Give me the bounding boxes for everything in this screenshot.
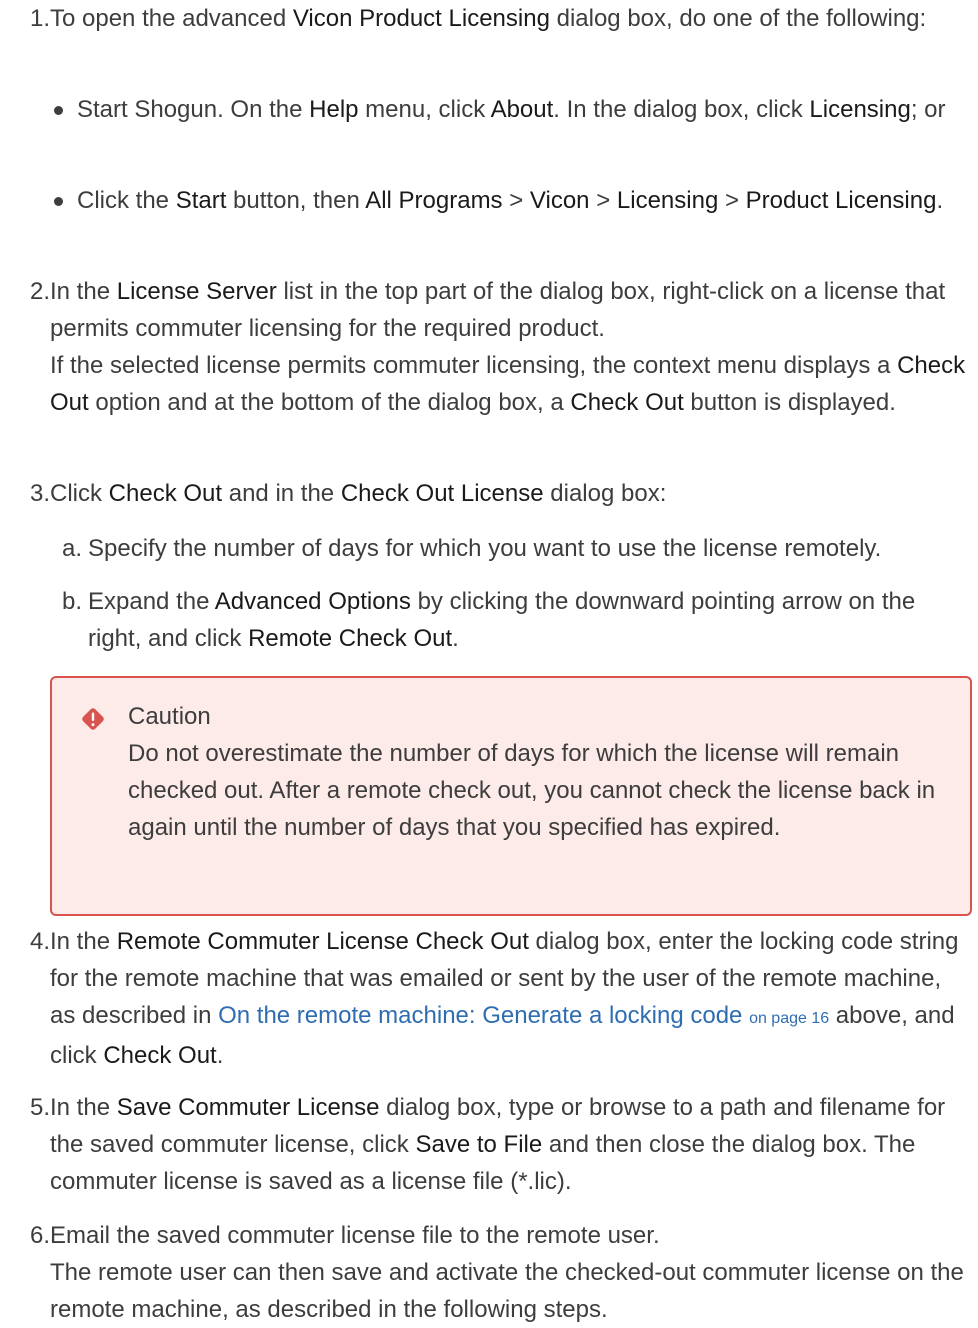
bullet-dot — [54, 197, 63, 206]
ui-term: License Server — [116, 278, 277, 305]
step-text: In the License Server list in the top pa… — [50, 278, 966, 416]
bullet-item-shogun: Start Shogun. On the Help menu, click Ab… — [50, 91, 970, 128]
bullet-text: Click the Start button, then All Program… — [77, 187, 944, 214]
step-text: In the Save Commuter License dialog box,… — [50, 1094, 946, 1195]
step-number: 3. — [29, 480, 50, 507]
substep-text: Specify the number of days for which you… — [88, 535, 882, 562]
bullet-item-start-menu: Click the Start button, then All Program… — [50, 182, 970, 219]
warning-diamond-icon — [82, 708, 104, 730]
ui-term: About — [490, 96, 554, 123]
step-1: 1. To open the advanced Vicon Product Li… — [0, 0, 972, 37]
substep-label: b. — [62, 588, 83, 615]
ui-term: Help — [309, 96, 359, 123]
step-4: 4. In the Remote Commuter License Check … — [0, 923, 972, 1074]
ui-term: Advanced Options — [214, 588, 411, 615]
caution-title: Caution — [128, 703, 211, 730]
step-number: 5. — [29, 1094, 50, 1121]
step-text: Click Check Out and in the Check Out Lic… — [50, 480, 667, 507]
ui-term: Remote Commuter License Check Out — [116, 928, 529, 955]
step-text: In the Remote Commuter License Check Out… — [50, 928, 959, 1069]
ui-term: Vicon Product Licensing — [292, 5, 550, 32]
bullet-dot — [54, 106, 63, 115]
step-text: To open the advanced Vicon Product Licen… — [50, 5, 927, 32]
substep-label: a. — [62, 535, 83, 562]
ui-term: Check Out — [103, 1042, 217, 1069]
step-number: 4. — [29, 928, 50, 955]
substep-text: Expand the Advanced Options by clicking … — [88, 588, 916, 652]
ui-term: Licensing — [809, 96, 911, 123]
step-number: 2. — [29, 278, 50, 305]
ui-term: Licensing — [616, 187, 719, 214]
caution-callout: Caution Do not overestimate the number o… — [50, 676, 972, 916]
step-number: 6. — [29, 1222, 50, 1249]
substep-b: b. Expand the Advanced Options by clicki… — [62, 583, 974, 657]
ui-term: All Programs — [365, 187, 503, 214]
step-6: 6. Email the saved commuter license file… — [0, 1217, 972, 1328]
step-2: 2. In the License Server list in the top… — [0, 273, 972, 421]
substep-a: a. Specify the number of days for which … — [62, 530, 974, 567]
cross-reference-link[interactable]: On the remote machine: Generate a lockin… — [218, 1002, 829, 1029]
step-text: Email the saved commuter license file to… — [50, 1222, 964, 1323]
ui-term: Save to File — [415, 1131, 543, 1158]
page-reference: on page 16 — [749, 1010, 830, 1027]
ui-term: Check Out — [108, 480, 223, 507]
ui-term: Start — [175, 187, 227, 214]
caution-text: Do not overestimate the number of days f… — [128, 740, 936, 841]
ui-term: Save Commuter License — [116, 1094, 380, 1121]
ui-term: Check Out — [50, 352, 966, 416]
ui-term: Remote Check Out — [248, 625, 453, 652]
ui-term: Product Licensing — [745, 187, 937, 214]
step-number: 1. — [29, 5, 50, 32]
ui-term: Check Out License — [340, 480, 544, 507]
bullet-text: Start Shogun. On the Help menu, click Ab… — [77, 96, 946, 123]
step-3: 3. Click Check Out and in the Check Out … — [0, 475, 972, 512]
document-page: 1. To open the advanced Vicon Product Li… — [0, 0, 978, 1323]
step-5: 5. In the Save Commuter License dialog b… — [0, 1089, 972, 1200]
ui-term: Vicon — [529, 187, 590, 214]
ui-term: Check Out — [570, 389, 684, 416]
